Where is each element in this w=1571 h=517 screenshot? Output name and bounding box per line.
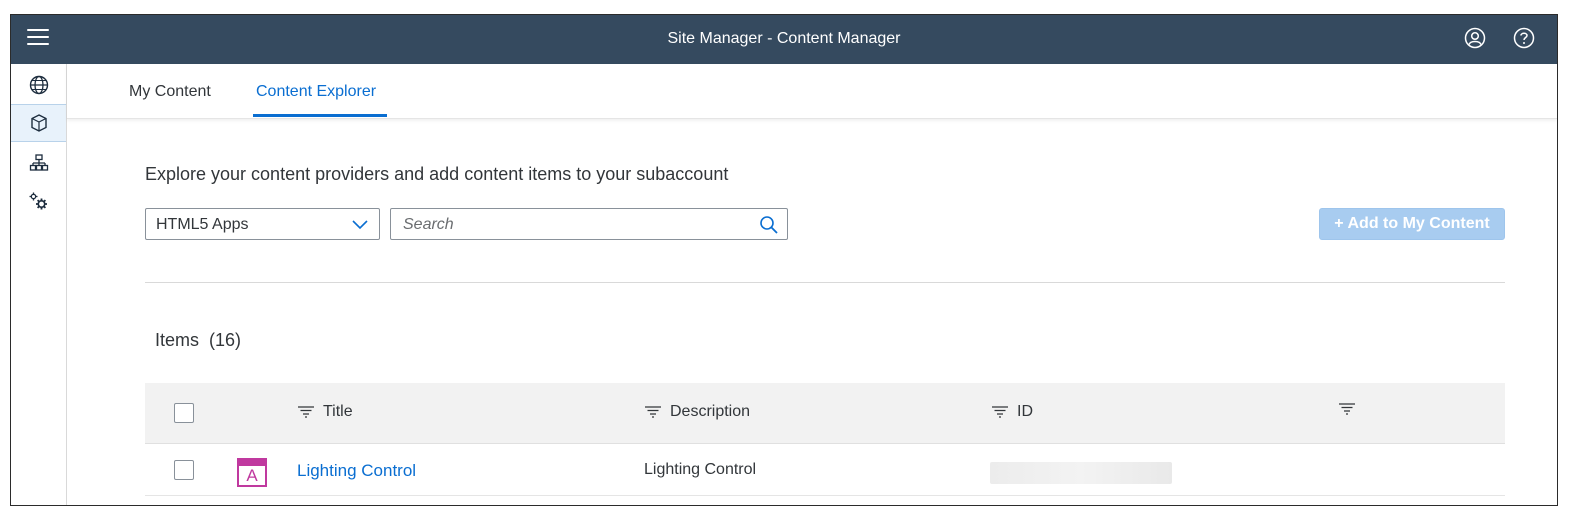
nav-item-settings[interactable] <box>11 183 66 221</box>
app-type-icon: A <box>237 458 267 487</box>
filter-sort-icon <box>1339 403 1355 415</box>
row-id-redacted <box>990 462 1172 484</box>
section-divider <box>145 282 1505 283</box>
app-window: Site Manager - Content Manager My Conten… <box>10 14 1558 506</box>
nav-item-globe[interactable] <box>11 66 66 104</box>
items-count: (16) <box>209 330 242 350</box>
provider-select-value: HTML5 Apps <box>156 216 249 233</box>
user-profile-icon[interactable] <box>1464 27 1486 49</box>
tab-content-explorer[interactable]: Content Explorer <box>256 83 376 101</box>
chevron-down-icon <box>352 220 368 230</box>
filter-sort-icon <box>992 406 1008 418</box>
row-description: Lighting Control <box>644 461 757 478</box>
search-input[interactable] <box>403 215 743 235</box>
items-heading: Items (16) <box>155 330 241 351</box>
filter-sort-icon <box>298 406 314 418</box>
select-all-checkbox[interactable] <box>174 403 194 423</box>
row-title-link[interactable]: Lighting Control <box>297 461 416 481</box>
search-field[interactable] <box>390 208 788 240</box>
active-tab-indicator <box>253 114 387 117</box>
table-header: Title Description ID <box>145 383 1505 444</box>
column-header-description[interactable]: Description <box>644 403 750 421</box>
items-label: Items <box>155 330 200 350</box>
provider-select[interactable]: HTML5 Apps <box>145 208 380 240</box>
globe-icon <box>29 75 48 95</box>
nav-item-hierarchy[interactable] <box>11 144 66 182</box>
column-header-extra[interactable] <box>1338 403 1364 415</box>
tab-my-content[interactable]: My Content <box>129 83 211 101</box>
shell-bar: Site Manager - Content Manager <box>11 15 1557 64</box>
content-cube-icon <box>30 114 47 132</box>
column-header-title[interactable]: Title <box>297 403 353 421</box>
nav-item-content[interactable] <box>11 104 66 142</box>
app-title: Site Manager - Content Manager <box>667 30 901 47</box>
tab-bar: My Content Content Explorer <box>67 64 1557 119</box>
settings-gears-icon <box>29 192 47 210</box>
side-navigation <box>11 64 67 505</box>
filter-sort-icon <box>645 406 661 418</box>
intro-text: Explore your content providers and add c… <box>145 164 729 184</box>
search-icon[interactable] <box>759 215 779 235</box>
org-hierarchy-icon <box>29 154 48 171</box>
table-row[interactable]: A Lighting Control Lighting Control <box>145 445 1505 496</box>
column-header-id[interactable]: ID <box>991 403 1033 421</box>
help-icon[interactable] <box>1513 27 1535 49</box>
add-to-my-content-button[interactable]: + Add to My Content <box>1319 208 1505 240</box>
row-checkbox[interactable] <box>174 460 194 480</box>
main-content: Explore your content providers and add c… <box>67 120 1557 505</box>
